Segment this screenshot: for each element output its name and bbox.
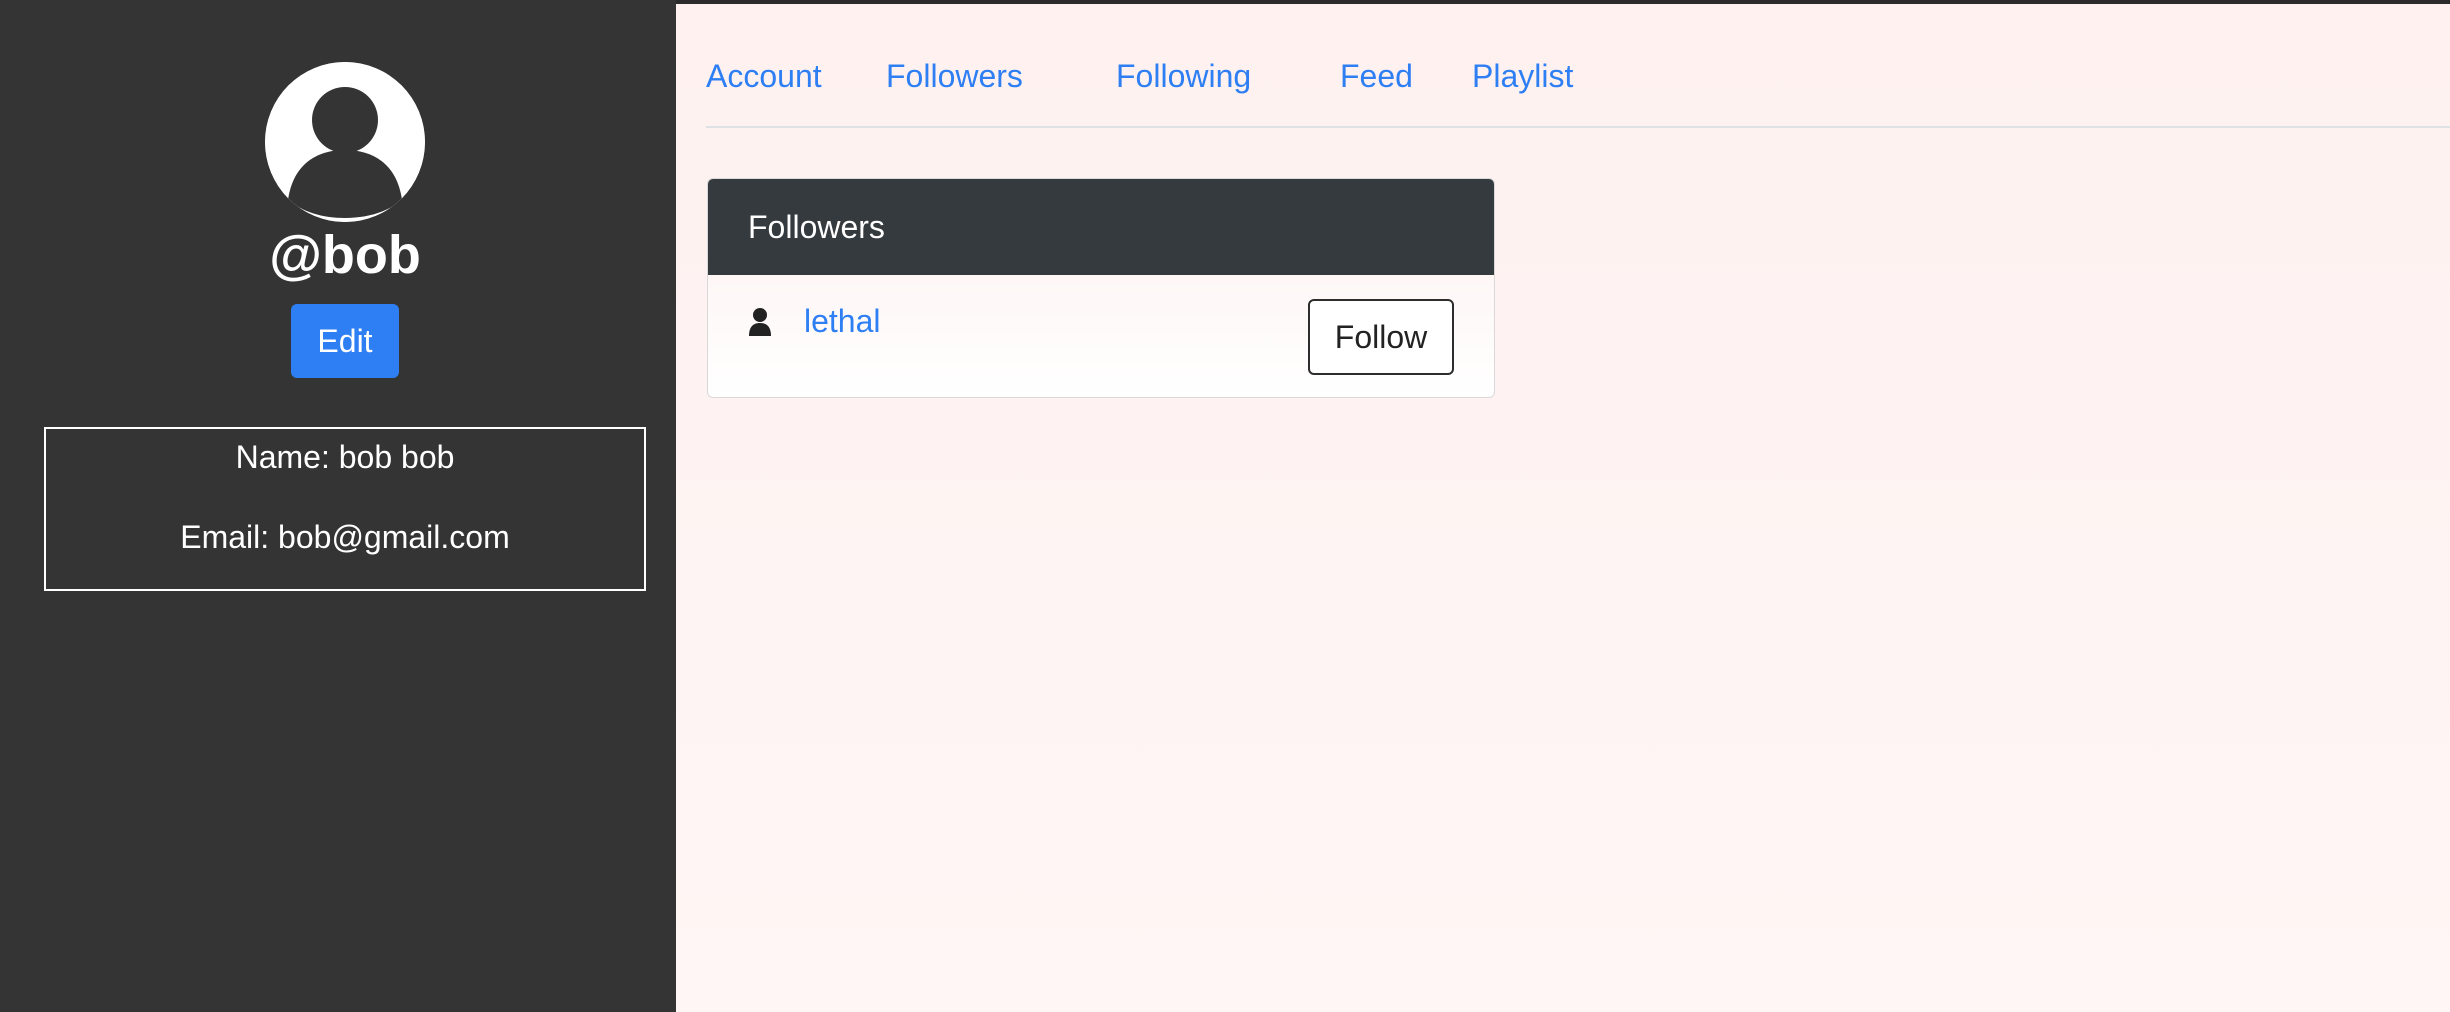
profile-sidebar: @bob Edit Name: bob bob Email: bob@gmail…	[0, 0, 676, 1012]
profile-username: @bob	[269, 225, 421, 285]
followers-card: Followers lethal Follow	[707, 178, 1495, 398]
user-circle-icon	[265, 62, 425, 222]
tab-playlist[interactable]: Playlist	[1472, 56, 1573, 96]
person-icon	[748, 307, 772, 337]
tab-feed[interactable]: Feed	[1340, 56, 1413, 96]
tab-account[interactable]: Account	[706, 56, 822, 96]
followers-card-title: Followers	[708, 179, 1494, 275]
app-window: @bob Edit Name: bob bob Email: bob@gmail…	[0, 0, 2450, 1012]
main-content: Account Followers Following Feed Playlis…	[676, 4, 2450, 1012]
profile-nav: Account Followers Following Feed Playlis…	[706, 4, 2450, 128]
tab-following[interactable]: Following	[1116, 56, 1251, 96]
profile-info-box: Name: bob bob Email: bob@gmail.com	[44, 427, 646, 591]
tab-followers[interactable]: Followers	[886, 56, 1023, 96]
follow-button[interactable]: Follow	[1308, 299, 1454, 375]
profile-name: Name: bob bob	[235, 439, 455, 475]
follower-user-link[interactable]: lethal	[804, 301, 881, 341]
edit-profile-button[interactable]: Edit	[291, 304, 399, 378]
profile-email: Email: bob@gmail.com	[180, 519, 510, 555]
